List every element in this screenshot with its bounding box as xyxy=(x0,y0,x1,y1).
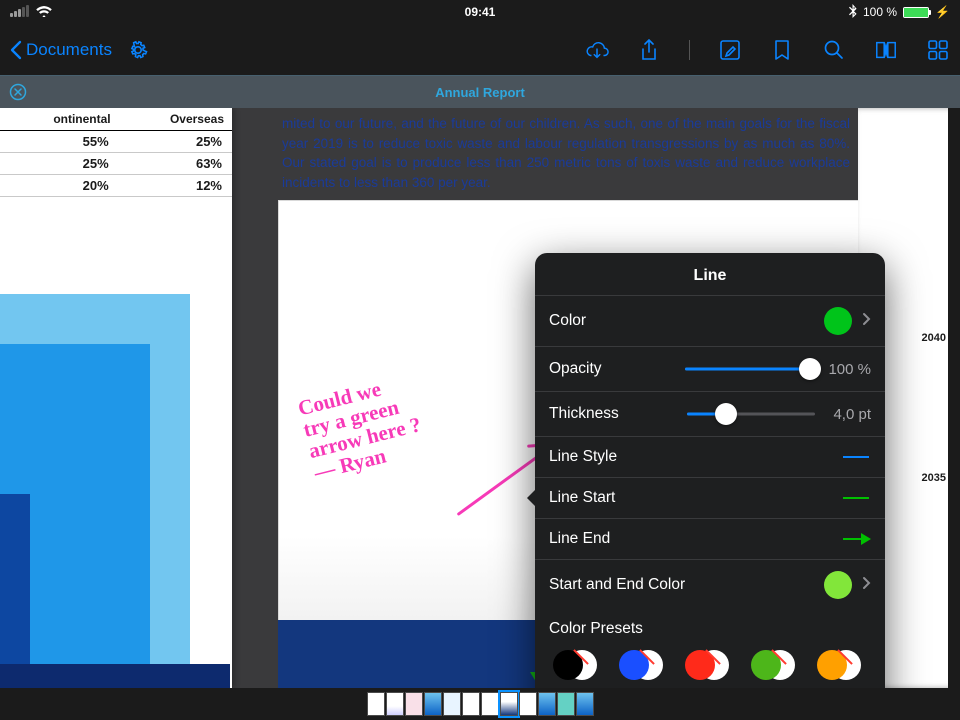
page-thumbnail[interactable] xyxy=(538,692,556,716)
thumbnail-scrubber[interactable] xyxy=(0,688,960,720)
row-label: Line Start xyxy=(549,489,833,507)
opacity-value: 100 % xyxy=(828,361,871,378)
line-style-preview-icon xyxy=(843,456,871,458)
status-bar: 09:41 100 % ⚡ xyxy=(0,0,960,24)
presets-heading: Color Presets xyxy=(535,610,885,640)
page-thumbnail[interactable] xyxy=(519,692,537,716)
battery-percent: 100 % xyxy=(863,5,897,19)
row-thickness: Thickness 4,0 pt xyxy=(535,391,885,436)
line-end-preview-icon xyxy=(843,533,871,545)
color-preset[interactable] xyxy=(817,650,861,682)
back-button[interactable]: Documents xyxy=(10,40,112,60)
charging-icon: ⚡ xyxy=(935,5,950,19)
thickness-value: 4,0 pt xyxy=(833,406,871,423)
line-start-preview-icon xyxy=(843,497,871,499)
table-row: 55%25% xyxy=(0,131,232,153)
chevron-right-icon xyxy=(862,576,871,595)
thickness-slider[interactable] xyxy=(687,403,815,425)
wifi-icon xyxy=(36,5,52,20)
page-thumbnail[interactable] xyxy=(481,692,499,716)
close-annotation-icon[interactable] xyxy=(6,80,30,104)
color-preset[interactable] xyxy=(553,650,597,682)
axis-tick: 2035 xyxy=(922,472,946,484)
data-table: ontinental Overseas 55%25% 25%63% 20%12% xyxy=(0,108,232,197)
table-header: Overseas xyxy=(119,108,232,131)
cell-signal-icon xyxy=(10,5,30,20)
page-thumbnail[interactable] xyxy=(443,692,461,716)
color-preset[interactable] xyxy=(619,650,663,682)
page-thumbnail[interactable] xyxy=(557,692,575,716)
row-line-end[interactable]: Line End xyxy=(535,518,885,559)
line-properties-popover: Line Color Opacity 100 % Thickness 4,0 p… xyxy=(535,253,885,688)
row-line-start[interactable]: Line Start xyxy=(535,477,885,518)
start-end-color-swatch xyxy=(824,571,852,599)
nav-bar: Documents xyxy=(0,24,960,76)
document-canvas[interactable]: ontinental Overseas 55%25% 25%63% 20%12%… xyxy=(0,108,960,688)
gear-icon[interactable] xyxy=(126,38,150,62)
row-opacity: Opacity 100 % xyxy=(535,346,885,391)
bar-chart-graphic xyxy=(0,302,232,688)
opacity-slider[interactable] xyxy=(685,358,811,380)
row-label: Opacity xyxy=(549,360,675,378)
annotation-bar: Annual Report xyxy=(0,76,960,108)
outline-view-icon[interactable] xyxy=(874,38,898,62)
row-label: Line Style xyxy=(549,448,833,466)
battery-icon xyxy=(903,7,929,18)
table-row: 20%12% xyxy=(0,175,232,197)
popover-title: Line xyxy=(535,253,885,295)
axis-tick: 2040 xyxy=(922,332,946,344)
popover-arrow-icon xyxy=(527,488,537,508)
page-thumbnail[interactable] xyxy=(405,692,423,716)
document-title: Annual Report xyxy=(36,85,924,100)
page-thumbnail[interactable] xyxy=(424,692,442,716)
page-thumbnail[interactable] xyxy=(462,692,480,716)
bluetooth-icon xyxy=(849,4,857,21)
color-presets xyxy=(535,640,885,688)
edit-annotate-icon[interactable] xyxy=(718,38,742,62)
status-clock: 09:41 xyxy=(317,5,643,19)
page-thumbnail[interactable] xyxy=(576,692,594,716)
row-label: Thickness xyxy=(549,405,677,423)
nav-separator xyxy=(689,40,690,60)
share-icon[interactable] xyxy=(637,38,661,62)
row-label: Color xyxy=(549,312,814,330)
row-line-style[interactable]: Line Style xyxy=(535,436,885,477)
row-label: Line End xyxy=(549,530,833,548)
ink-handwriting[interactable]: Could we try a green arrow here ? — Ryan xyxy=(296,343,541,484)
row-label: Start and End Color xyxy=(549,576,814,594)
thumbnails-icon[interactable] xyxy=(926,38,950,62)
color-preset[interactable] xyxy=(751,650,795,682)
color-swatch xyxy=(824,307,852,335)
bookmark-icon[interactable] xyxy=(770,38,794,62)
back-label: Documents xyxy=(26,40,112,60)
search-icon[interactable] xyxy=(822,38,846,62)
body-paragraph: mited to our future, and the future of o… xyxy=(276,108,866,200)
page-left[interactable]: ontinental Overseas 55%25% 25%63% 20%12% xyxy=(0,108,232,688)
row-start-end-color[interactable]: Start and End Color xyxy=(535,559,885,610)
cloud-download-icon[interactable] xyxy=(585,38,609,62)
color-preset[interactable] xyxy=(685,650,729,682)
row-color[interactable]: Color xyxy=(535,295,885,346)
page-thumbnail[interactable] xyxy=(386,692,404,716)
page-thumbnail[interactable] xyxy=(500,692,518,716)
table-header: ontinental xyxy=(0,108,119,131)
chevron-right-icon xyxy=(862,312,871,331)
table-row: 25%63% xyxy=(0,153,232,175)
page-thumbnail[interactable] xyxy=(367,692,385,716)
